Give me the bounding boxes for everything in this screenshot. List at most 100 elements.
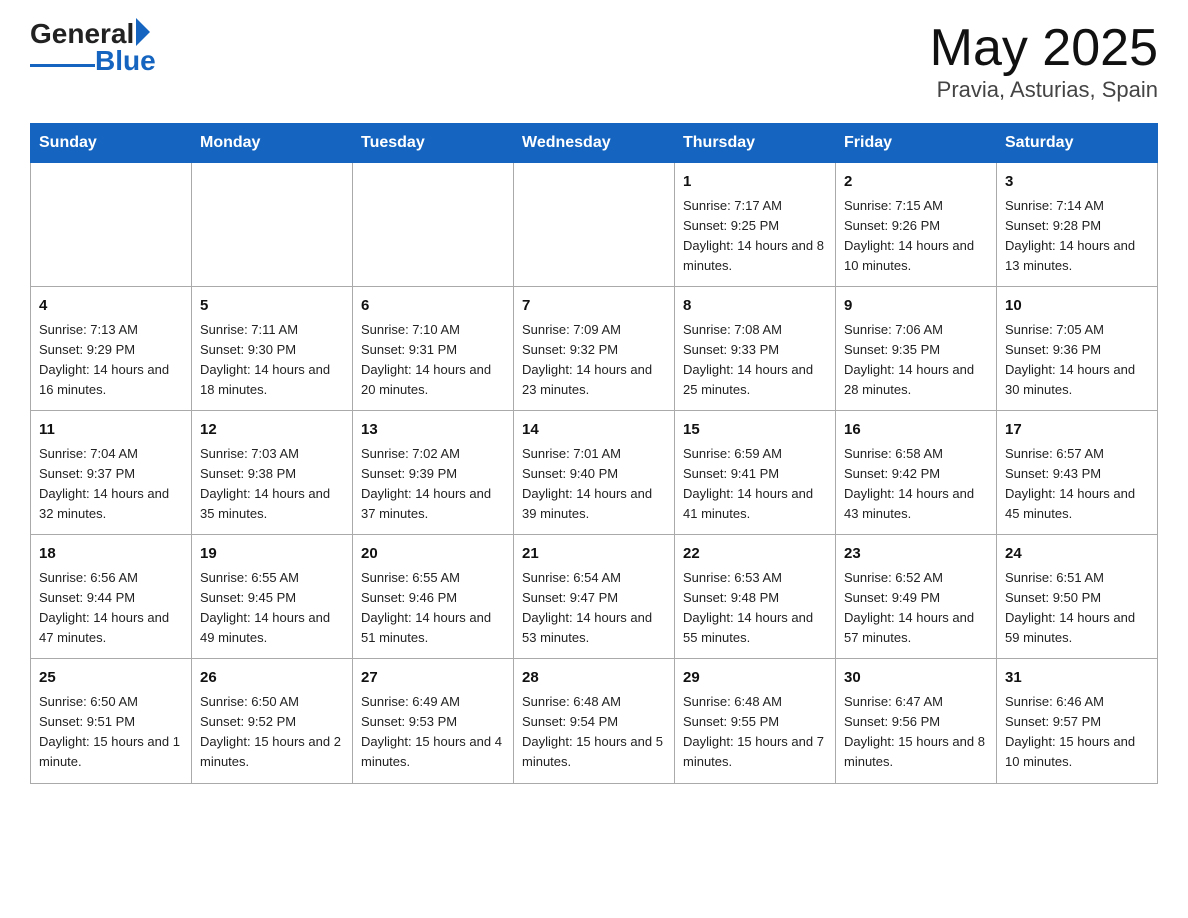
calendar-cell: 24Sunrise: 6:51 AM Sunset: 9:50 PM Dayli… xyxy=(997,535,1158,659)
day-number: 13 xyxy=(361,419,505,442)
calendar-location: Pravia, Asturias, Spain xyxy=(930,77,1158,103)
day-info: Sunrise: 7:05 AM Sunset: 9:36 PM Dayligh… xyxy=(1005,320,1149,401)
day-number: 5 xyxy=(200,295,344,318)
column-header-wednesday: Wednesday xyxy=(514,124,675,163)
calendar-cell: 5Sunrise: 7:11 AM Sunset: 9:30 PM Daylig… xyxy=(192,287,353,411)
calendar-title: May 2025 xyxy=(930,20,1158,77)
day-number: 22 xyxy=(683,543,827,566)
day-number: 29 xyxy=(683,667,827,690)
day-number: 19 xyxy=(200,543,344,566)
calendar-cell: 28Sunrise: 6:48 AM Sunset: 9:54 PM Dayli… xyxy=(514,659,675,783)
calendar-cell: 1Sunrise: 7:17 AM Sunset: 9:25 PM Daylig… xyxy=(675,163,836,287)
day-info: Sunrise: 6:55 AM Sunset: 9:45 PM Dayligh… xyxy=(200,568,344,649)
calendar-cell: 16Sunrise: 6:58 AM Sunset: 9:42 PM Dayli… xyxy=(836,411,997,535)
day-info: Sunrise: 6:55 AM Sunset: 9:46 PM Dayligh… xyxy=(361,568,505,649)
day-info: Sunrise: 6:59 AM Sunset: 9:41 PM Dayligh… xyxy=(683,444,827,525)
calendar-cell xyxy=(353,163,514,287)
calendar-week-row: 4Sunrise: 7:13 AM Sunset: 9:29 PM Daylig… xyxy=(31,287,1158,411)
calendar-cell: 23Sunrise: 6:52 AM Sunset: 9:49 PM Dayli… xyxy=(836,535,997,659)
logo-triangle-icon xyxy=(136,18,150,46)
day-number: 9 xyxy=(844,295,988,318)
day-number: 23 xyxy=(844,543,988,566)
day-info: Sunrise: 7:09 AM Sunset: 9:32 PM Dayligh… xyxy=(522,320,666,401)
calendar-cell: 11Sunrise: 7:04 AM Sunset: 9:37 PM Dayli… xyxy=(31,411,192,535)
calendar-week-row: 25Sunrise: 6:50 AM Sunset: 9:51 PM Dayli… xyxy=(31,659,1158,783)
day-number: 21 xyxy=(522,543,666,566)
calendar-cell: 4Sunrise: 7:13 AM Sunset: 9:29 PM Daylig… xyxy=(31,287,192,411)
calendar-table: SundayMondayTuesdayWednesdayThursdayFrid… xyxy=(30,123,1158,783)
calendar-cell: 2Sunrise: 7:15 AM Sunset: 9:26 PM Daylig… xyxy=(836,163,997,287)
calendar-cell: 3Sunrise: 7:14 AM Sunset: 9:28 PM Daylig… xyxy=(997,163,1158,287)
day-number: 25 xyxy=(39,667,183,690)
calendar-cell: 22Sunrise: 6:53 AM Sunset: 9:48 PM Dayli… xyxy=(675,535,836,659)
day-number: 26 xyxy=(200,667,344,690)
day-number: 1 xyxy=(683,171,827,194)
day-info: Sunrise: 7:13 AM Sunset: 9:29 PM Dayligh… xyxy=(39,320,183,401)
day-info: Sunrise: 6:47 AM Sunset: 9:56 PM Dayligh… xyxy=(844,692,988,773)
calendar-cell xyxy=(514,163,675,287)
page-header: General Blue May 2025 Pravia, Asturias, … xyxy=(30,20,1158,103)
calendar-cell: 27Sunrise: 6:49 AM Sunset: 9:53 PM Dayli… xyxy=(353,659,514,783)
day-number: 6 xyxy=(361,295,505,318)
calendar-cell: 25Sunrise: 6:50 AM Sunset: 9:51 PM Dayli… xyxy=(31,659,192,783)
day-info: Sunrise: 6:48 AM Sunset: 9:54 PM Dayligh… xyxy=(522,692,666,773)
title-block: May 2025 Pravia, Asturias, Spain xyxy=(930,20,1158,103)
day-info: Sunrise: 6:49 AM Sunset: 9:53 PM Dayligh… xyxy=(361,692,505,773)
day-info: Sunrise: 6:53 AM Sunset: 9:48 PM Dayligh… xyxy=(683,568,827,649)
day-number: 14 xyxy=(522,419,666,442)
calendar-cell: 30Sunrise: 6:47 AM Sunset: 9:56 PM Dayli… xyxy=(836,659,997,783)
day-info: Sunrise: 6:57 AM Sunset: 9:43 PM Dayligh… xyxy=(1005,444,1149,525)
column-header-tuesday: Tuesday xyxy=(353,124,514,163)
calendar-cell: 29Sunrise: 6:48 AM Sunset: 9:55 PM Dayli… xyxy=(675,659,836,783)
day-number: 15 xyxy=(683,419,827,442)
day-info: Sunrise: 7:04 AM Sunset: 9:37 PM Dayligh… xyxy=(39,444,183,525)
calendar-cell: 14Sunrise: 7:01 AM Sunset: 9:40 PM Dayli… xyxy=(514,411,675,535)
day-info: Sunrise: 6:46 AM Sunset: 9:57 PM Dayligh… xyxy=(1005,692,1149,773)
logo: General Blue xyxy=(30,20,156,78)
day-info: Sunrise: 7:11 AM Sunset: 9:30 PM Dayligh… xyxy=(200,320,344,401)
day-number: 3 xyxy=(1005,171,1149,194)
day-number: 11 xyxy=(39,419,183,442)
day-number: 2 xyxy=(844,171,988,194)
calendar-cell xyxy=(31,163,192,287)
day-info: Sunrise: 7:02 AM Sunset: 9:39 PM Dayligh… xyxy=(361,444,505,525)
logo-blue-text: Blue xyxy=(95,47,156,75)
day-info: Sunrise: 7:10 AM Sunset: 9:31 PM Dayligh… xyxy=(361,320,505,401)
day-number: 8 xyxy=(683,295,827,318)
calendar-week-row: 1Sunrise: 7:17 AM Sunset: 9:25 PM Daylig… xyxy=(31,163,1158,287)
calendar-cell: 10Sunrise: 7:05 AM Sunset: 9:36 PM Dayli… xyxy=(997,287,1158,411)
day-info: Sunrise: 6:52 AM Sunset: 9:49 PM Dayligh… xyxy=(844,568,988,649)
calendar-cell: 19Sunrise: 6:55 AM Sunset: 9:45 PM Dayli… xyxy=(192,535,353,659)
day-info: Sunrise: 6:54 AM Sunset: 9:47 PM Dayligh… xyxy=(522,568,666,649)
calendar-cell: 13Sunrise: 7:02 AM Sunset: 9:39 PM Dayli… xyxy=(353,411,514,535)
day-number: 18 xyxy=(39,543,183,566)
calendar-cell: 17Sunrise: 6:57 AM Sunset: 9:43 PM Dayli… xyxy=(997,411,1158,535)
day-number: 17 xyxy=(1005,419,1149,442)
column-header-saturday: Saturday xyxy=(997,124,1158,163)
day-info: Sunrise: 6:48 AM Sunset: 9:55 PM Dayligh… xyxy=(683,692,827,773)
calendar-cell: 20Sunrise: 6:55 AM Sunset: 9:46 PM Dayli… xyxy=(353,535,514,659)
day-info: Sunrise: 7:08 AM Sunset: 9:33 PM Dayligh… xyxy=(683,320,827,401)
calendar-cell: 18Sunrise: 6:56 AM Sunset: 9:44 PM Dayli… xyxy=(31,535,192,659)
day-number: 30 xyxy=(844,667,988,690)
day-info: Sunrise: 7:01 AM Sunset: 9:40 PM Dayligh… xyxy=(522,444,666,525)
column-header-sunday: Sunday xyxy=(31,124,192,163)
day-info: Sunrise: 7:15 AM Sunset: 9:26 PM Dayligh… xyxy=(844,196,988,277)
calendar-cell: 6Sunrise: 7:10 AM Sunset: 9:31 PM Daylig… xyxy=(353,287,514,411)
day-number: 10 xyxy=(1005,295,1149,318)
logo-general-text: General xyxy=(30,20,134,48)
calendar-cell: 9Sunrise: 7:06 AM Sunset: 9:35 PM Daylig… xyxy=(836,287,997,411)
calendar-cell xyxy=(192,163,353,287)
day-info: Sunrise: 7:14 AM Sunset: 9:28 PM Dayligh… xyxy=(1005,196,1149,277)
day-number: 27 xyxy=(361,667,505,690)
calendar-week-row: 18Sunrise: 6:56 AM Sunset: 9:44 PM Dayli… xyxy=(31,535,1158,659)
day-info: Sunrise: 6:58 AM Sunset: 9:42 PM Dayligh… xyxy=(844,444,988,525)
day-number: 16 xyxy=(844,419,988,442)
day-number: 20 xyxy=(361,543,505,566)
day-info: Sunrise: 7:06 AM Sunset: 9:35 PM Dayligh… xyxy=(844,320,988,401)
day-info: Sunrise: 6:56 AM Sunset: 9:44 PM Dayligh… xyxy=(39,568,183,649)
calendar-cell: 12Sunrise: 7:03 AM Sunset: 9:38 PM Dayli… xyxy=(192,411,353,535)
logo-underline xyxy=(30,64,95,67)
day-info: Sunrise: 7:03 AM Sunset: 9:38 PM Dayligh… xyxy=(200,444,344,525)
column-header-thursday: Thursday xyxy=(675,124,836,163)
